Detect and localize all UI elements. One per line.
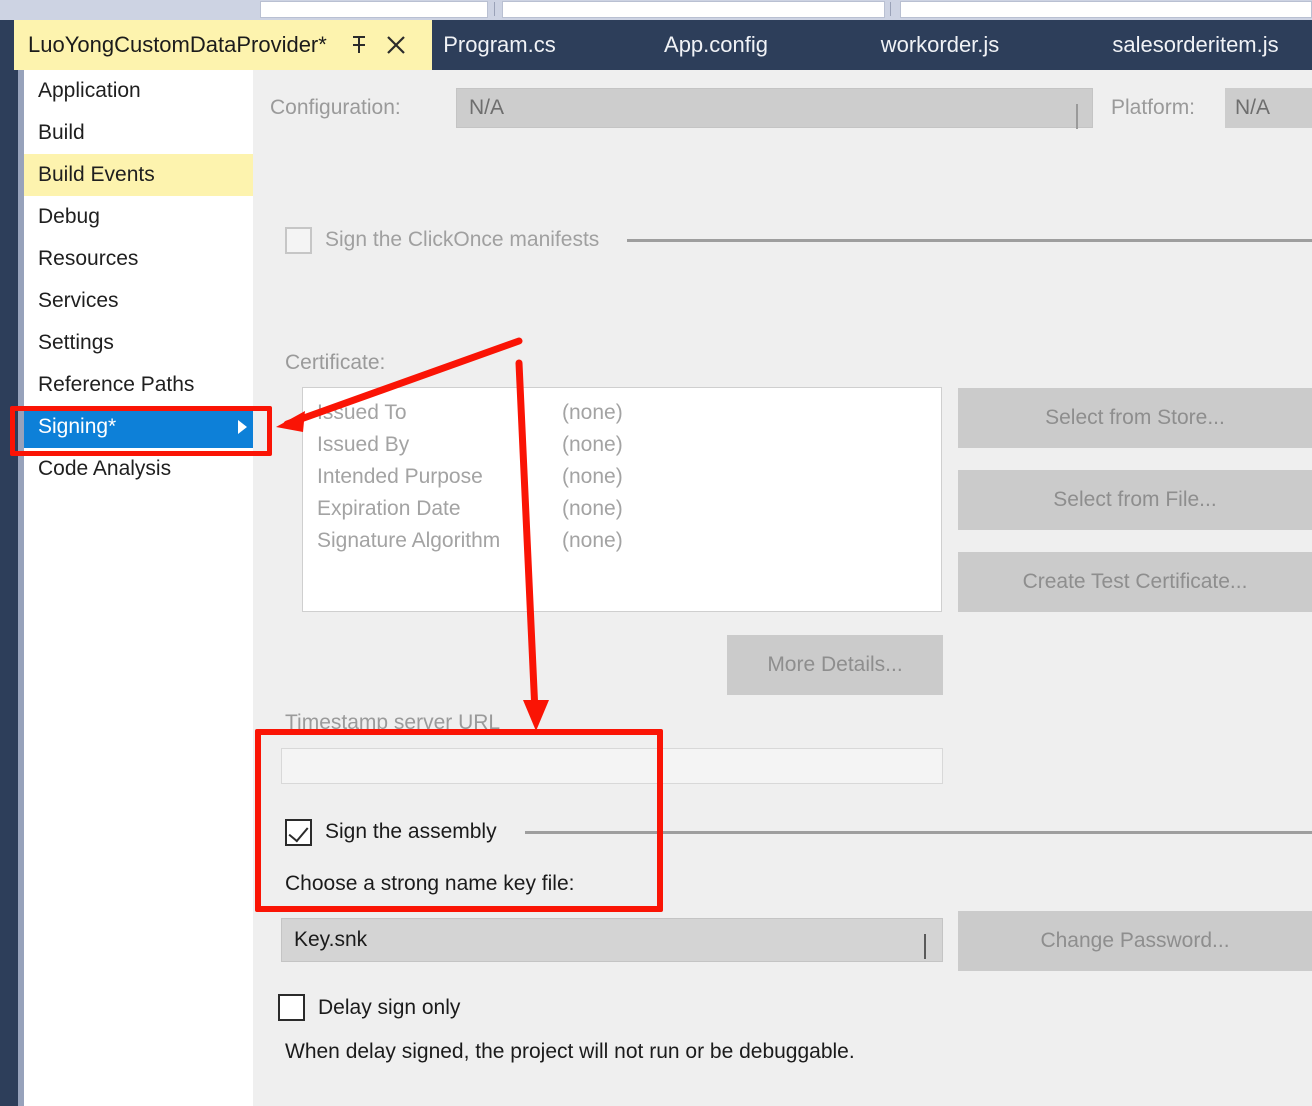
sign-clickonce-row: Sign the ClickOnce manifests (285, 222, 1312, 258)
cert-key: Intended Purpose (317, 465, 483, 488)
sidebar-item-label: Resources (38, 247, 139, 270)
more-details-button[interactable]: More Details... (727, 635, 943, 695)
cert-value: (none) (562, 497, 623, 520)
pin-icon[interactable] (349, 34, 369, 56)
chevron-down-icon (924, 934, 926, 959)
table-row: Issued By (none) (317, 429, 941, 461)
cert-key: Issued To (317, 401, 407, 424)
toolbar-strip (0, 0, 1312, 20)
delay-sign-label: Delay sign only (318, 995, 461, 1019)
toolbar-field-2[interactable] (502, 1, 885, 18)
section-divider-clickonce (627, 238, 1312, 242)
timestamp-server-url-label: Timestamp server URL (285, 711, 501, 734)
chevron-right-icon (238, 420, 247, 434)
properties-sidebar: Application Build Build Events Debug Res… (24, 70, 253, 1106)
cert-value: (none) (562, 465, 623, 488)
delay-sign-checkbox[interactable] (278, 994, 305, 1021)
cert-value: (none) (562, 529, 623, 552)
strong-name-key-file-value: Key.snk (294, 928, 368, 951)
sidebar-item-code-analysis[interactable]: Code Analysis (24, 448, 253, 490)
strong-name-key-file-label: Choose a strong name key file: (285, 872, 575, 895)
left-chrome-rail (0, 70, 18, 1106)
table-row: Issued To (none) (317, 397, 941, 429)
cert-key: Issued By (317, 433, 410, 456)
sidebar-item-settings[interactable]: Settings (24, 322, 253, 364)
configuration-select[interactable]: N/A (456, 88, 1093, 129)
sidebar-item-application[interactable]: Application (24, 70, 253, 112)
sidebar-item-build[interactable]: Build (24, 112, 253, 154)
delay-sign-row: Delay sign only (278, 994, 460, 1021)
delay-sign-note: When delay signed, the project will not … (285, 1040, 855, 1063)
table-row: Expiration Date (none) (317, 493, 941, 525)
sidebar-item-resources[interactable]: Resources (24, 238, 253, 280)
section-divider-sign-assembly (524, 830, 1312, 834)
sidebar-item-label: Signing* (38, 415, 117, 438)
table-row: Signature Algorithm (none) (317, 525, 941, 557)
configuration-label: Configuration: (270, 96, 401, 119)
cert-key: Expiration Date (317, 497, 461, 520)
sidebar-item-label: Settings (38, 331, 114, 354)
tab-app-config[interactable]: App.config (640, 20, 792, 70)
sidebar-item-reference-paths[interactable]: Reference Paths (24, 364, 253, 406)
create-test-certificate-button[interactable]: Create Test Certificate... (958, 552, 1312, 612)
certificate-section-label: Certificate: (285, 351, 386, 374)
change-password-button[interactable]: Change Password... (958, 911, 1312, 971)
toolbar-separator-1 (494, 2, 495, 16)
toolbar-field-3[interactable] (900, 1, 1312, 18)
select-from-store-button[interactable]: Select from Store... (958, 388, 1312, 448)
tab-label: LuoYongCustomDataProvider* (28, 32, 327, 57)
tab-workorder-js[interactable]: workorder.js (855, 20, 1025, 70)
sign-clickonce-checkbox[interactable] (285, 226, 312, 254)
sign-assembly-row: Sign the assembly (285, 817, 1312, 847)
tab-program-cs[interactable]: Program.cs (432, 20, 567, 70)
close-icon[interactable] (385, 34, 407, 56)
cert-key: Signature Algorithm (317, 529, 501, 552)
platform-value: N/A (1225, 88, 1312, 128)
sidebar-item-label: Reference Paths (38, 373, 195, 396)
table-row: Intended Purpose (none) (317, 461, 941, 493)
strong-name-key-file-select[interactable]: Key.snk (281, 918, 943, 962)
sidebar-item-label: Build Events (38, 163, 155, 186)
sign-clickonce-label: Sign the ClickOnce manifests (325, 228, 600, 251)
sidebar-item-build-events[interactable]: Build Events (24, 154, 253, 196)
checkmark-icon (288, 821, 309, 842)
sidebar-item-label: Services (38, 289, 119, 312)
sidebar-item-label: Debug (38, 205, 100, 228)
sign-assembly-checkbox[interactable] (285, 818, 312, 846)
toolbar-separator-2 (890, 2, 891, 16)
sidebar-item-services[interactable]: Services (24, 280, 253, 322)
toolbar-field-1[interactable] (260, 1, 488, 18)
timestamp-server-url-input[interactable] (281, 748, 943, 784)
configuration-row: Configuration: N/A Platform: N/A (270, 88, 1312, 129)
select-from-file-button[interactable]: Select from File... (958, 470, 1312, 530)
platform-label: Platform: (1111, 96, 1196, 119)
sidebar-item-label: Application (38, 79, 141, 102)
configuration-value: N/A (469, 96, 505, 119)
sign-assembly-label: Sign the assembly (325, 820, 497, 843)
cert-value: (none) (562, 433, 623, 456)
cert-value: (none) (562, 401, 623, 424)
sidebar-item-debug[interactable]: Debug (24, 196, 253, 238)
certificate-details-table[interactable]: Issued To (none) Issued By (none) Intend… (302, 387, 942, 612)
sidebar-item-label: Build (38, 121, 85, 144)
tab-properties-active[interactable]: LuoYongCustomDataProvider* (14, 20, 432, 70)
tab-salesorderitem-js[interactable]: salesorderitem.js (1093, 20, 1298, 70)
sidebar-item-signing[interactable]: Signing* (24, 406, 253, 448)
signing-properties-pane: Configuration: N/A Platform: N/A Sign th… (253, 70, 1312, 1106)
chevron-down-icon (1076, 104, 1078, 129)
sidebar-item-label: Code Analysis (38, 457, 172, 480)
